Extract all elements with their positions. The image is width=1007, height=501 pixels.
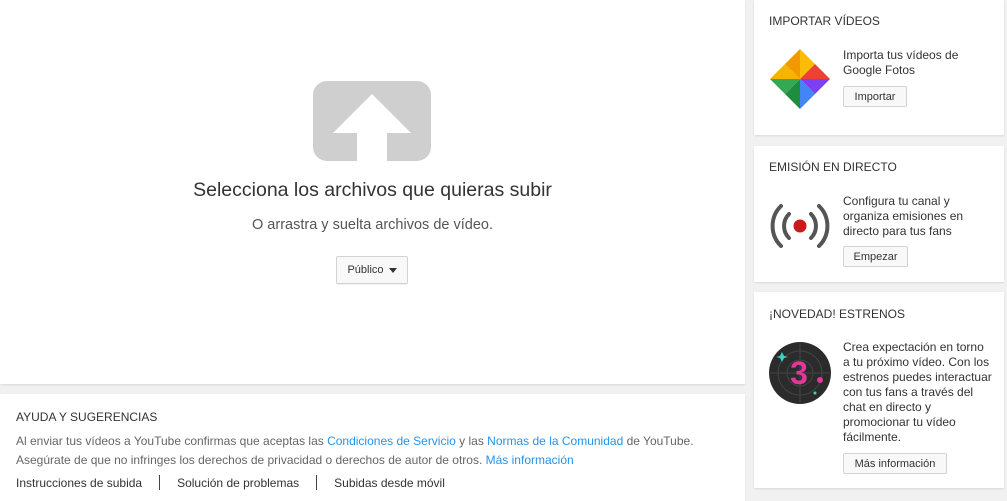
- start-button[interactable]: Empezar: [843, 246, 908, 267]
- divider: [159, 475, 161, 490]
- import-button[interactable]: Importar: [843, 86, 907, 107]
- live-broadcast-icon: [770, 204, 830, 248]
- help-links: Instrucciones de subida Solución de prob…: [16, 475, 445, 490]
- help-title: AYUDA Y SUGERENCIAS: [16, 410, 158, 424]
- import-description: Importa tus vídeos de Google Fotos: [843, 48, 959, 77]
- community-guidelines-link[interactable]: Normas de la Comunidad: [487, 434, 623, 448]
- live-description: Configura tu canal y organiza emisiones …: [843, 194, 964, 238]
- live-title: EMISIÓN EN DIRECTO: [769, 160, 897, 174]
- copyright-text: Asegúrate de que no infringes los derech…: [16, 453, 486, 467]
- privacy-dropdown[interactable]: Público: [336, 256, 408, 284]
- premiere-title: ¡NOVEDAD! ESTRENOS: [769, 307, 906, 321]
- more-info-link[interactable]: Más información: [486, 453, 574, 467]
- premiere-description: Crea expectación en torno a tu próximo v…: [843, 340, 992, 444]
- caret-down-icon: [388, 267, 397, 273]
- upload-instructions-link[interactable]: Instrucciones de subida: [16, 476, 142, 490]
- divider: [316, 475, 318, 490]
- import-videos-card: IMPORTAR VÍDEOS Importa tus vídeos de Go…: [754, 0, 1004, 135]
- google-photos-pinwheel-icon: [770, 49, 830, 109]
- upload-arrow-icon[interactable]: [313, 81, 431, 161]
- mobile-uploads-link[interactable]: Subidas desde móvil: [334, 476, 445, 490]
- copyright-notice: Asegúrate de que no infringes los derech…: [16, 453, 574, 467]
- terms-middle: y las: [455, 434, 488, 448]
- help-section: AYUDA Y SUGERENCIAS Al enviar tus vídeos…: [0, 394, 745, 501]
- terms-of-service-link[interactable]: Condiciones de Servicio: [327, 434, 456, 448]
- countdown-number: 3: [790, 355, 808, 391]
- terms-suffix: de YouTube.: [623, 434, 694, 448]
- premiere-countdown-icon: 3: [769, 342, 831, 404]
- terms-prefix: Al enviar tus vídeos a YouTube confirmas…: [16, 434, 328, 448]
- upload-subtitle: O arrastra y suelta archivos de vídeo.: [252, 217, 493, 233]
- more-info-button[interactable]: Más información: [843, 453, 947, 474]
- upload-title: Selecciona los archivos que quieras subi…: [193, 179, 552, 201]
- troubleshooting-link[interactable]: Solución de problemas: [177, 476, 299, 490]
- terms-notice: Al enviar tus vídeos a YouTube confirmas…: [16, 434, 694, 448]
- live-streaming-card: EMISIÓN EN DIRECTO Configura tu canal y …: [754, 146, 1004, 282]
- premieres-card: ¡NOVEDAD! ESTRENOS 3 Crea expectación en…: [754, 292, 1004, 488]
- upload-dropzone[interactable]: Selecciona los archivos que quieras subi…: [0, 0, 745, 384]
- privacy-label: Público: [347, 264, 384, 276]
- import-title: IMPORTAR VÍDEOS: [769, 14, 880, 28]
